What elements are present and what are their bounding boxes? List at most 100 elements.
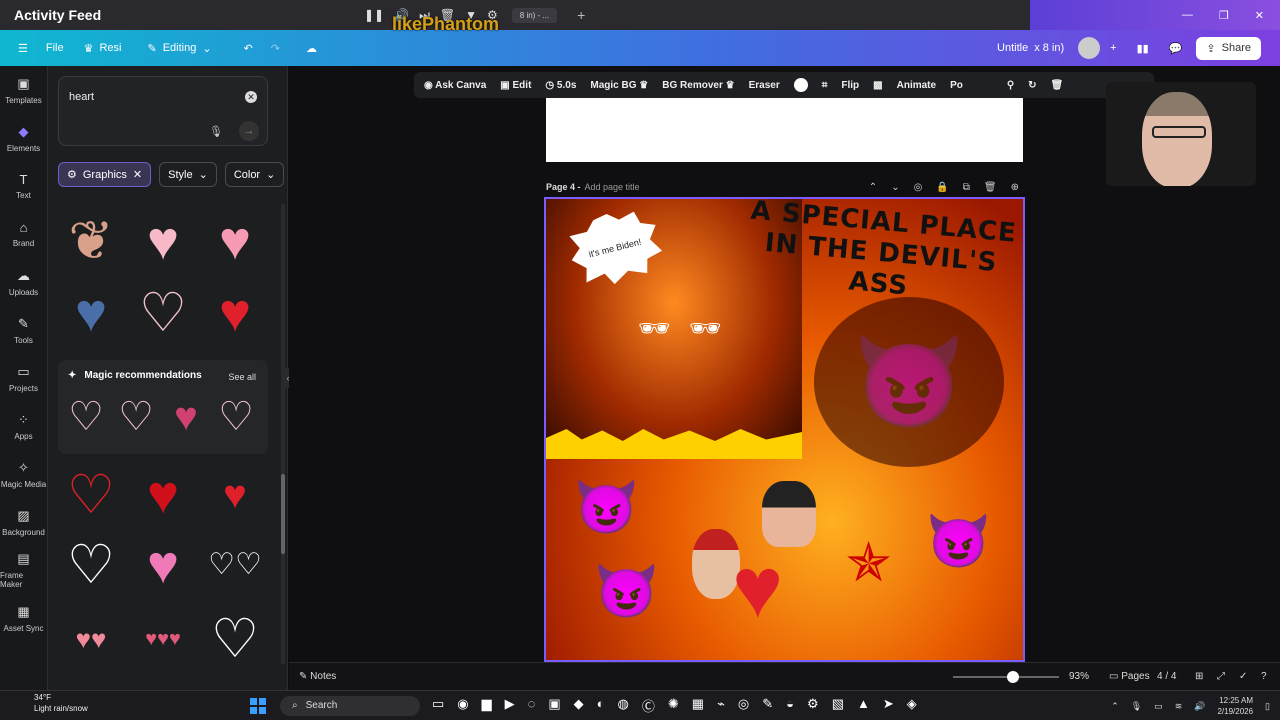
app-icon[interactable]: ▧ [832,696,844,715]
duplicate-icon[interactable]: ⧉ [963,182,970,193]
crop-icon[interactable]: ⌗ [822,80,828,91]
color-swatch[interactable] [793,78,808,92]
bg-remover-button[interactable]: BG Remover ♛ [662,80,734,91]
heart-graphic[interactable]: ♥ [202,208,268,274]
app-icon[interactable]: ▲ [857,696,870,715]
resize-button[interactable]: ♛ Resi [84,42,122,55]
pentagram-graphic[interactable]: ✯ [846,531,891,594]
undo-icon[interactable]: ↶ [244,42,253,55]
app-icon[interactable]: ⚙ [807,696,819,715]
rail-item-uploads[interactable]: ☁ Uploads [0,258,47,306]
heart-graphic[interactable]: ♡ [216,394,256,440]
chart-icon[interactable]: ▮▮ [1137,42,1149,55]
heart-graphic[interactable]: ♡ [58,532,124,598]
notes-button[interactable]: ✎ Notes [299,671,336,682]
display-icon[interactable]: ▭ [1154,701,1163,712]
microphone-icon[interactable]: 🎙 [1131,701,1142,712]
heart-graphic[interactable]: ♥♥♥ [130,606,196,672]
rail-item-elements[interactable]: ◆ Elements [0,114,47,162]
edit-button[interactable]: ▣ Edit [500,80,531,91]
rail-item-background[interactable]: ▨ Background [0,498,47,546]
rail-item-frame-maker[interactable]: ▤ Frame Maker [0,546,47,594]
add-page-icon[interactable]: ⊕ [1011,182,1019,193]
edge-icon[interactable]: ◐ [597,696,605,715]
task-view-icon[interactable]: ▭ [432,696,444,715]
eraser-button[interactable]: Eraser [749,80,780,91]
devil-emoji[interactable]: 😈 [574,477,639,538]
heart-graphic[interactable]: ♡ [66,394,106,440]
volume-icon[interactable]: 🔊 [1194,701,1205,712]
cloud-icon[interactable]: ☁ [306,42,317,55]
devil-face-graphic[interactable]: 😈 [814,297,1004,467]
devil-heart-graphic[interactable]: ♥ [732,539,783,638]
chevron-down-icon[interactable]: ⌄ [891,182,899,193]
hide-icon[interactable]: ◎ [914,182,923,193]
firefox-icon[interactable]: ◍ [618,696,629,715]
app-icon[interactable]: ✎ [762,696,773,715]
folder-icon[interactable]: ▆ [482,696,492,715]
pages-button[interactable]: ▭ Pages [1109,671,1150,682]
file-menu[interactable]: File [46,42,64,54]
comment-icon[interactable]: 💬 [1169,42,1183,55]
rail-item-brand[interactable]: ⌂ Brand [0,210,47,258]
avatar[interactable] [1078,37,1101,59]
devil-emoji[interactable]: 😈 [594,561,659,622]
cursor-icon[interactable]: ➤ [883,696,894,715]
rail-item-apps[interactable]: ⁘ Apps [0,402,47,450]
app-icon[interactable]: ◒ [786,696,794,715]
heart-graphic[interactable]: ♥ [202,280,268,346]
graphics-chip[interactable]: ⚙ Graphics ✕ [58,162,152,187]
rail-item-asset-sync[interactable]: ▦ Asset Sync [0,594,47,642]
color-chip[interactable]: Color ⌄ [224,162,285,187]
remove-chip-icon[interactable]: ✕ [133,168,142,181]
heart-graphic[interactable]: ♥ [58,280,124,346]
close-icon[interactable]: ✕ [1255,9,1264,22]
fire-sunglasses[interactable]: 🕶🕶 [638,313,740,344]
messenger-icon[interactable]: ◌ [528,696,536,715]
rail-item-text[interactable]: T Text [0,162,47,210]
chevron-up-icon[interactable]: ⌃ [869,182,877,193]
devil-emoji[interactable]: 😈 [926,511,991,572]
clear-search-icon[interactable]: ✕ [245,91,257,103]
duration-button[interactable]: ◷ 5.0s [545,80,576,91]
chrome-icon[interactable]: ◉ [457,696,468,715]
start-icon[interactable] [250,697,266,714]
share-button[interactable]: ⇪ Share [1196,36,1261,60]
scroll-thumb[interactable] [281,474,285,554]
refresh-icon[interactable]: ↻ [1028,80,1036,91]
photo-cutout[interactable] [762,481,816,547]
search-input[interactable]: heart [69,91,94,103]
style-chip[interactable]: Style ⌄ [159,162,217,187]
page-title-input[interactable]: Add page title [585,182,640,192]
page-3-canvas[interactable] [546,98,1023,162]
rail-item-magic-media[interactable]: ✧ Magic Media [0,450,47,498]
app-icon[interactable]: ◆ [574,696,584,715]
position-button[interactable]: Po [950,80,963,91]
heart-graphic[interactable]: ♥ [166,394,206,440]
app-icon[interactable]: ◈ [907,696,917,715]
search-box[interactable]: heart ✕ 🎙 → [58,76,268,146]
app-icon[interactable]: ◎ [738,696,749,715]
fullscreen-icon[interactable]: ⤢ [1217,671,1225,682]
help-icon[interactable]: ? [1261,671,1267,682]
new-tab-icon[interactable]: + [577,7,585,23]
flip-button[interactable]: Flip [841,80,859,91]
minimize-icon[interactable]: — [1182,9,1193,21]
add-icon[interactable]: + [1110,42,1116,54]
store-icon[interactable]: ▣ [548,696,560,715]
redo-icon[interactable]: ↷ [271,42,280,55]
app-icon[interactable]: ▦ [692,696,704,715]
lock-icon[interactable]: 🔒 [936,182,948,193]
heart-graphic[interactable]: ♡ [202,606,268,672]
microphone-icon[interactable]: 🎙 [209,125,223,138]
zoom-slider-handle[interactable] [1007,671,1019,683]
maximize-icon[interactable]: ❐ [1219,9,1229,22]
heart-graphic[interactable]: ♡♡ [202,532,268,598]
heart-graphic[interactable]: ♥♥ [58,606,124,672]
heart-graphic[interactable]: ❦ [58,208,124,274]
heart-graphic[interactable]: ♥ [130,208,196,274]
rail-item-projects[interactable]: ▭ Projects [0,354,47,402]
submit-arrow-icon[interactable]: → [239,121,259,141]
taskbar-search[interactable]: ⌕ Search [280,695,420,716]
zoom-level[interactable]: 93% [1069,671,1089,682]
